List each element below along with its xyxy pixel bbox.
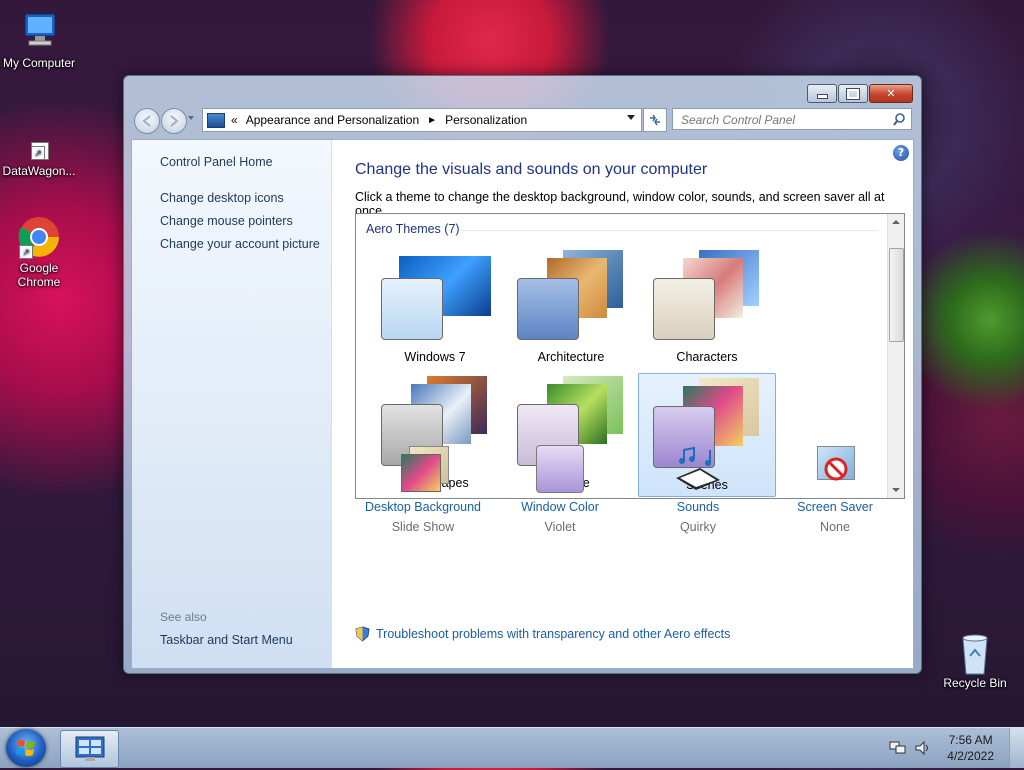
forward-arrow-icon: [170, 115, 179, 127]
window-color-value: Violet: [544, 520, 576, 534]
theme-color-swatch: [517, 278, 579, 340]
sounds-value: Quirky: [679, 520, 717, 534]
chrome-icon: ↗: [17, 215, 61, 259]
computer-icon: [17, 10, 61, 54]
screen-saver-icon: [807, 444, 863, 494]
desktop-icon-label: My Computer: [2, 56, 76, 70]
volume-icon[interactable]: [914, 740, 932, 756]
back-arrow-icon: [142, 115, 151, 127]
refresh-icon: [650, 114, 660, 126]
main-content: ? Change the visuals and sounds on your …: [332, 140, 913, 668]
desktop-icon-label: Recycle Bin: [943, 676, 1007, 690]
search-placeholder: Search Control Panel: [681, 113, 796, 127]
theme-color-swatch: [381, 278, 443, 340]
group-divider: [460, 230, 878, 231]
desktop-background-link[interactable]: Desktop Background: [358, 500, 488, 514]
breadcrumb-appearance[interactable]: Appearance and Personalization: [246, 113, 419, 127]
show-desktop-button[interactable]: [1009, 728, 1024, 768]
taskbar-control-panel-button[interactable]: [60, 730, 119, 768]
screen-saver-link[interactable]: Screen Saver: [770, 500, 900, 514]
sounds-setting[interactable]: Sounds Quirky: [633, 444, 763, 534]
sounds-icon: [670, 444, 726, 494]
scroll-thumb[interactable]: [889, 248, 904, 342]
recycle-bin-icon: [953, 630, 997, 675]
control-panel-home-link[interactable]: Control Panel Home: [160, 155, 273, 169]
taskbar: 7:56 AM 4/2/2022: [0, 727, 1024, 768]
page-title: Change the visuals and sounds on your co…: [355, 161, 708, 178]
change-desktop-icons-link[interactable]: Change desktop icons: [160, 191, 284, 205]
taskbar-start-menu-link[interactable]: Taskbar and Start Menu: [160, 633, 293, 647]
change-mouse-pointers-link[interactable]: Change mouse pointers: [160, 214, 293, 228]
caption-buttons: ✕: [806, 84, 913, 103]
close-icon: ✕: [886, 87, 896, 100]
theme-color-swatch: [653, 278, 715, 340]
desktop-background-icon: [395, 444, 451, 494]
screen-saver-value: None: [820, 520, 850, 534]
shield-icon: [355, 626, 370, 642]
clock-time: 7:56 AM: [948, 733, 993, 747]
theme-name: Windows 7: [404, 350, 466, 364]
troubleshoot-link[interactable]: Troubleshoot problems with transparency …: [355, 626, 730, 642]
address-chevron[interactable]: «: [231, 113, 238, 127]
search-input[interactable]: Search Control Panel: [672, 108, 912, 130]
network-icon[interactable]: [889, 740, 907, 756]
help-icon[interactable]: ?: [893, 145, 909, 161]
address-bar[interactable]: « Appearance and Personalization ► Perso…: [202, 108, 642, 132]
maximize-button[interactable]: [838, 84, 868, 103]
desktop-background-value: Slide Show: [391, 520, 455, 534]
refresh-button[interactable]: [643, 108, 667, 132]
theme-name: Characters: [676, 350, 738, 364]
maximize-icon: [846, 87, 860, 100]
scroll-up-icon[interactable]: [892, 220, 900, 224]
change-account-picture-link[interactable]: Change your account picture: [160, 237, 320, 251]
desktop-icon-label: DataWagon...: [2, 164, 76, 178]
start-button[interactable]: [6, 729, 46, 767]
task-pane: Control Panel Home Change desktop icons …: [132, 140, 332, 668]
forward-button[interactable]: [161, 108, 187, 134]
close-button[interactable]: ✕: [869, 84, 913, 103]
clock[interactable]: 7:56 AM 4/2/2022: [947, 732, 994, 764]
recent-pages-dropdown[interactable]: [188, 116, 194, 120]
see-also-heading: See also: [160, 610, 207, 624]
theme-characters[interactable]: Characters: [639, 244, 775, 368]
screen-saver-setting[interactable]: Screen Saver None: [770, 444, 900, 534]
desktop-icon-label: Google Chrome: [17, 261, 61, 289]
desktop-icon-recycle-bin[interactable]: Recycle Bin: [933, 630, 1017, 690]
desktop-icon-my-computer[interactable]: My Computer: [0, 10, 81, 70]
theme-windows-7[interactable]: Windows 7: [367, 244, 503, 368]
minimize-button[interactable]: [807, 84, 837, 103]
window-color-setting[interactable]: Window Color Violet: [495, 444, 625, 534]
theme-group-header[interactable]: Aero Themes (7): [366, 222, 460, 236]
control-panel-icon: [75, 736, 105, 761]
theme-architecture[interactable]: Architecture: [503, 244, 639, 368]
windows-logo-icon: [16, 740, 35, 756]
navigation-bar: « Appearance and Personalization ► Perso…: [132, 107, 913, 134]
search-icon[interactable]: [893, 113, 906, 126]
breadcrumb-personalization[interactable]: Personalization: [445, 113, 527, 127]
sounds-link[interactable]: Sounds: [633, 500, 763, 514]
clock-date: 4/2/2022: [947, 749, 994, 763]
control-panel-icon: [207, 112, 225, 128]
back-button[interactable]: [134, 108, 160, 134]
address-dropdown-icon[interactable]: [627, 115, 635, 120]
desktop-background-setting[interactable]: Desktop Background Slide Show: [358, 444, 488, 534]
breadcrumb-separator[interactable]: ►: [427, 115, 437, 126]
window-client-area: Control Panel Home Change desktop icons …: [131, 139, 914, 669]
window-color-link[interactable]: Window Color: [495, 500, 625, 514]
troubleshoot-text[interactable]: Troubleshoot problems with transparency …: [376, 627, 730, 641]
desktop-icon-datawagon[interactable]: ↗ DataWagon...: [0, 140, 81, 178]
theme-name: Architecture: [537, 350, 605, 364]
personalization-window: ✕ « Appearance and Personalization ► Per…: [123, 75, 922, 674]
desktop-icon-google-chrome[interactable]: ↗ Google Chrome: [0, 215, 81, 289]
shortcut-icon: ↗: [17, 140, 61, 162]
minimize-icon: [816, 93, 828, 99]
window-color-icon: [532, 444, 588, 494]
